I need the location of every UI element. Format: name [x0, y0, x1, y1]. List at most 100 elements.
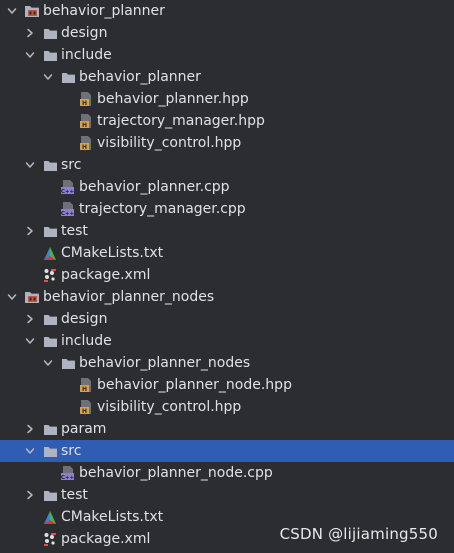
chevron-right-icon[interactable]: [24, 22, 36, 44]
watermark: CSDN @lijiaming550: [279, 525, 438, 543]
tree-row[interactable]: src: [0, 440, 454, 462]
folder-icon: [42, 440, 58, 462]
tree-row[interactable]: behavior_planner: [0, 0, 454, 22]
tree-item-label: include: [61, 333, 112, 349]
folder-icon: [42, 330, 58, 352]
tree-row[interactable]: Hvisibility_control.hpp: [0, 396, 454, 418]
tree-item-label: design: [61, 25, 108, 41]
folder-icon: [60, 66, 76, 88]
tree-row[interactable]: design: [0, 308, 454, 330]
folder-icon: [42, 418, 58, 440]
tree-item-label: test: [61, 487, 88, 503]
svg-text:H: H: [82, 386, 87, 393]
chevron-down-icon[interactable]: [24, 330, 36, 352]
tree-row[interactable]: CMakeLists.txt: [0, 242, 454, 264]
tree-item-label: behavior_planner.cpp: [79, 179, 230, 195]
tree-row[interactable]: include: [0, 44, 454, 66]
tree-row[interactable]: Hvisibility_control.hpp: [0, 132, 454, 154]
cpp-header-file-icon: H: [78, 132, 94, 154]
tree-item-label: CMakeLists.txt: [61, 245, 164, 261]
ros-package-xml-icon: [42, 264, 58, 286]
tree-item-label: visibility_control.hpp: [97, 399, 242, 415]
tree-row[interactable]: behavior_planner: [0, 66, 454, 88]
cmake-file-icon: [42, 506, 58, 528]
tree-item-label: behavior_planner_node.cpp: [79, 465, 273, 481]
tree-row[interactable]: include: [0, 330, 454, 352]
tree-row[interactable]: test: [0, 484, 454, 506]
chevron-down-icon[interactable]: [24, 440, 36, 462]
tree-row[interactable]: param: [0, 418, 454, 440]
folder-icon: [42, 22, 58, 44]
cmake-file-icon: [42, 242, 58, 264]
folder-icon: [42, 308, 58, 330]
tree-item-label: package.xml: [61, 531, 151, 547]
module-folder-icon: [24, 286, 40, 308]
folder-icon: [42, 220, 58, 242]
tree-row[interactable]: C++ trajectory_manager.cpp: [0, 198, 454, 220]
chevron-down-icon[interactable]: [6, 0, 18, 22]
folder-icon: [60, 352, 76, 374]
chevron-down-icon[interactable]: [24, 44, 36, 66]
tree-item-label: behavior_planner: [43, 3, 165, 19]
tree-row[interactable]: Hbehavior_planner_node.hpp: [0, 374, 454, 396]
folder-icon: [42, 154, 58, 176]
cpp-source-file-icon: C++: [60, 176, 76, 198]
chevron-down-icon[interactable]: [42, 352, 54, 374]
tree-item-label: behavior_planner_nodes: [79, 355, 251, 371]
cpp-source-file-icon: C++: [60, 198, 76, 220]
tree-row[interactable]: C++ behavior_planner.cpp: [0, 176, 454, 198]
folder-icon: [42, 484, 58, 506]
svg-text:H: H: [82, 122, 87, 129]
tree-row[interactable]: test: [0, 220, 454, 242]
chevron-right-icon[interactable]: [24, 484, 36, 506]
tree-item-label: trajectory_manager.cpp: [79, 201, 246, 217]
svg-text:H: H: [82, 144, 87, 151]
cpp-header-file-icon: H: [78, 110, 94, 132]
project-tree: behavior_planner design include behavior_pl…: [0, 0, 454, 550]
tree-item-label: src: [61, 157, 82, 173]
tree-row[interactable]: design: [0, 22, 454, 44]
tree-row[interactable]: src: [0, 154, 454, 176]
tree-row[interactable]: Hbehavior_planner.hpp: [0, 88, 454, 110]
tree-item-label: CMakeLists.txt: [61, 509, 164, 525]
chevron-down-icon[interactable]: [42, 66, 54, 88]
svg-text:H: H: [82, 408, 87, 415]
chevron-right-icon[interactable]: [24, 220, 36, 242]
tree-item-label: package.xml: [61, 267, 151, 283]
svg-text:C++: C++: [61, 475, 75, 481]
tree-item-label: src: [61, 443, 82, 459]
tree-row[interactable]: behavior_planner_nodes: [0, 286, 454, 308]
tree-row[interactable]: package.xml: [0, 264, 454, 286]
cpp-source-file-icon: C++: [60, 462, 76, 484]
chevron-right-icon[interactable]: [24, 418, 36, 440]
svg-text:C++: C++: [61, 189, 75, 195]
tree-item-label: visibility_control.hpp: [97, 135, 242, 151]
tree-row[interactable]: C++ behavior_planner_node.cpp: [0, 462, 454, 484]
tree-item-label: behavior_planner: [79, 69, 201, 85]
tree-item-label: trajectory_manager.hpp: [97, 113, 265, 129]
chevron-right-icon[interactable]: [24, 308, 36, 330]
tree-row[interactable]: behavior_planner_nodes: [0, 352, 454, 374]
tree-item-label: test: [61, 223, 88, 239]
chevron-down-icon[interactable]: [24, 154, 36, 176]
tree-item-label: param: [61, 421, 107, 437]
tree-row[interactable]: Htrajectory_manager.hpp: [0, 110, 454, 132]
cpp-header-file-icon: H: [78, 374, 94, 396]
svg-text:H: H: [82, 100, 87, 107]
tree-item-label: behavior_planner_nodes: [43, 289, 215, 305]
chevron-down-icon[interactable]: [6, 286, 18, 308]
tree-item-label: behavior_planner.hpp: [97, 91, 249, 107]
tree-item-label: design: [61, 311, 108, 327]
tree-item-label: include: [61, 47, 112, 63]
